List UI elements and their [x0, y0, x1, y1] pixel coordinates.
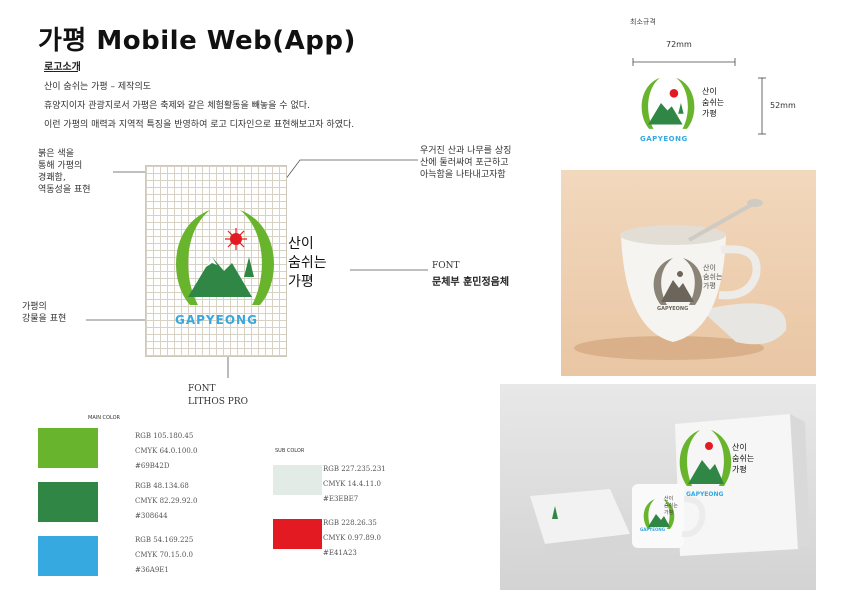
color-swatch-main-2 [38, 482, 98, 522]
color-rgb: RGB 105.180.45 [135, 432, 194, 440]
color-cmyk: CMYK 14.4.11.0 [323, 480, 381, 488]
color-info-sub-1: RGB 227.235.231 CMYK 14.4.11.0 #E3EBE7 [323, 462, 386, 507]
main-color-label: MAIN COLOR [88, 415, 120, 421]
small-logo-wordmark: GAPYEONG [640, 135, 688, 143]
mug-logo-text-line-2: 숨쉬는 [664, 503, 678, 509]
color-swatch-main-3 [38, 536, 98, 576]
color-swatch-sub-2 [273, 519, 322, 549]
small-logo-text-line-1: 산이 [702, 87, 717, 96]
logo-wordmark: GAPYEONG [175, 313, 258, 327]
color-hex: #E3EBE7 [323, 495, 359, 503]
font-korean-label: FONT [432, 261, 460, 271]
sub-color-label: SUB COLOR [275, 448, 305, 454]
color-cmyk: CMYK 0.97.89.0 [323, 534, 381, 542]
box-mockup-photo: 산이 숨쉬는 가평 GAPYEONG 산이 숨쉬는 가평 GAPYEONG [500, 384, 816, 590]
small-logo-text: 산이 숨쉬는 가평 [702, 86, 724, 119]
mug-logo-text-line-3: 가평 [664, 510, 674, 516]
color-info-main-2: RGB 48.134.68 CMYK 82.29.92.0 #308644 [135, 479, 197, 524]
logo-text: 산이 숨쉬는 가평 [288, 235, 327, 292]
color-cmyk: CMYK 82.29.92.0 [135, 497, 198, 505]
color-hex: #E41A23 [323, 549, 357, 557]
min-size-height: 52mm [770, 101, 796, 110]
color-cmyk: CMYK 70.15.0.0 [135, 551, 193, 559]
logo-text-line-3: 가평 [288, 274, 314, 290]
cup-logo-text-line-3: 가평 [703, 282, 716, 290]
color-rgb: RGB 54.169.225 [135, 536, 194, 544]
color-hex: #308644 [135, 512, 168, 520]
cup-mockup-photo: 산이 숨쉬는 가평 GAPYEONG [561, 170, 816, 376]
box-logo-text-line-2: 숨쉬는 [732, 454, 755, 463]
color-info-main-1: RGB 105.180.45 CMYK 64.0.100.0 #69B42D [135, 429, 197, 474]
color-info-main-3: RGB 54.169.225 CMYK 70.15.0.0 #36A9E1 [135, 533, 193, 578]
box-logo-text-line-1: 산이 [732, 443, 747, 452]
color-rgb: RGB 227.235.231 [323, 465, 386, 473]
color-cmyk: CMYK 64.0.100.0 [135, 447, 198, 455]
logo-text-line-1: 산이 [288, 236, 314, 252]
color-hex: #36A9E1 [135, 566, 169, 574]
cup-logo-wordmark: GAPYEONG [657, 306, 689, 312]
font-english-name: LITHOS PRO [188, 397, 248, 407]
cup-logo-text: 산이 숨쉬는 가평 [703, 264, 722, 291]
small-logo-text-line-2: 숨쉬는 [702, 98, 725, 107]
cup-logo-text-line-1: 산이 [703, 264, 716, 272]
mug-logo-text: 산이 숨쉬는 가평 [664, 496, 678, 517]
color-rgb: RGB 228.26.35 [323, 519, 377, 527]
color-hex: #69B42D [135, 462, 170, 470]
cup-logo-text-line-2: 숨쉬는 [703, 273, 723, 281]
logo-text-line-2: 숨쉬는 [288, 255, 327, 271]
font-korean-name: 문체부 훈민정음체 [432, 277, 510, 288]
sun-icon [225, 228, 247, 250]
box-logo-text: 산이 숨쉬는 가평 [732, 442, 754, 475]
color-info-sub-2: RGB 228.26.35 CMYK 0.97.89.0 #E41A23 [323, 516, 381, 561]
box-logo-text-line-3: 가평 [732, 465, 747, 474]
color-swatch-main-1 [38, 428, 98, 468]
min-size-width: 72mm [666, 40, 692, 49]
color-swatch-sub-1 [273, 465, 322, 495]
min-size-label: 최소규격 [630, 18, 656, 26]
font-english-label: FONT [188, 384, 216, 394]
box-logo-wordmark: GAPYEONG [686, 491, 724, 498]
small-logo-text-line-3: 가평 [702, 109, 717, 118]
color-rgb: RGB 48.134.68 [135, 482, 189, 490]
mug-logo-text-line-1: 산이 [664, 496, 674, 502]
mug-logo-wordmark: GAPYEONG [640, 527, 665, 532]
